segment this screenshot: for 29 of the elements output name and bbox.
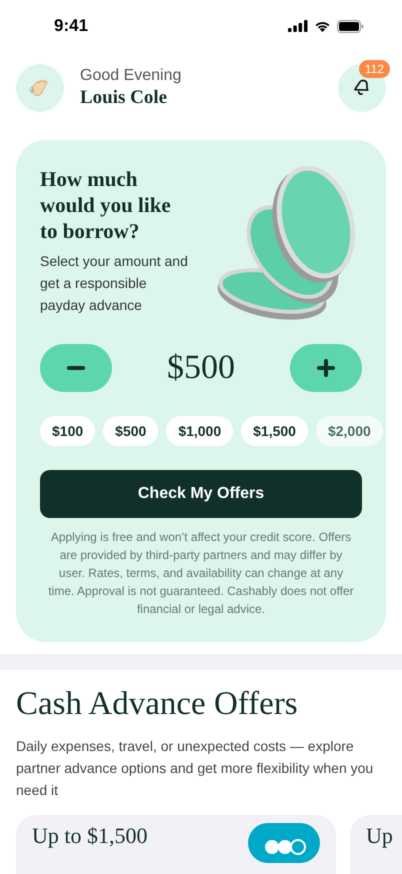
amount-chip[interactable]: $100 xyxy=(40,416,96,446)
battery-icon xyxy=(337,20,364,32)
amount-chip[interactable]: $1,500 xyxy=(241,416,308,446)
status-time: 9:41 xyxy=(54,16,88,36)
signal-icon xyxy=(288,20,308,32)
offers-description: Daily expenses, travel, or unexpected costs — explore partner advance options and get more flexibility when you need it xyxy=(16,737,374,800)
offer-amount: Up to $1,500 xyxy=(32,823,148,849)
plus-icon xyxy=(317,359,335,377)
amount-chip[interactable]: $500 xyxy=(103,416,158,446)
borrow-heading: How much would you like to borrow? xyxy=(40,166,172,244)
greeting-text: Good Evening xyxy=(80,67,182,85)
decrease-button[interactable] xyxy=(40,344,112,392)
waving-hand-icon xyxy=(16,64,64,112)
offer-card[interactable]: Up to $1,500 xyxy=(16,815,336,874)
amount-value: $500 xyxy=(167,349,235,387)
offer-amount: Up xyxy=(366,823,393,849)
wifi-icon xyxy=(314,20,331,32)
offer-card[interactable]: Up xyxy=(350,815,402,874)
user-name: Louis Cole xyxy=(80,87,168,109)
borrow-subtitle: Select your amount and get a responsible payday advance xyxy=(40,252,189,315)
minus-icon xyxy=(67,366,85,370)
offers-heading: Cash Advance Offers xyxy=(16,686,299,723)
notification-count-badge: 112 xyxy=(358,60,390,78)
partner-logo-icon xyxy=(248,823,320,863)
increase-button[interactable] xyxy=(290,344,362,392)
amount-chip[interactable]: $1,000 xyxy=(166,416,234,446)
amount-chip[interactable]: $2,000 xyxy=(316,416,383,446)
disclaimer-text: Applying is free and won’t affect your credit score. Offers are provided by third-party partners and may differ by user. Rates, terms, and availability can change at any time. Approval is not guaranteed. Cashably does not offer financial or legal advice. xyxy=(47,529,355,618)
check-offers-button[interactable]: Check My Offers xyxy=(40,470,362,518)
